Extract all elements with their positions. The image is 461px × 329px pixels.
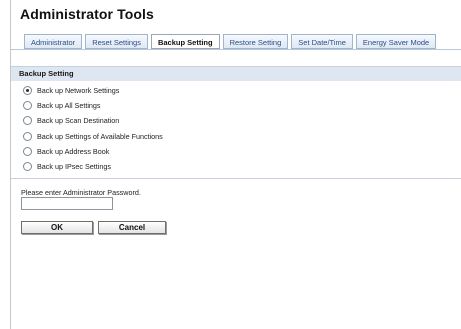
option-label: Back up Settings of Available Functions [37,131,163,141]
tab-restore-setting[interactable]: Restore Setting [222,34,289,49]
tab-backup-setting[interactable]: Backup Setting [150,34,220,49]
option-address-book[interactable]: Back up Address Book [23,144,163,159]
option-available-functions[interactable]: Back up Settings of Available Functions [23,129,163,144]
admin-tools-panel: Administrator Tools Administrator Reset … [10,0,461,329]
password-label: Please enter Administrator Password. [21,188,141,197]
option-ipsec-settings[interactable]: Back up IPsec Settings [23,159,163,174]
cancel-button[interactable]: Cancel [98,221,166,234]
page-title: Administrator Tools [20,6,154,22]
option-scan-destination[interactable]: Back up Scan Destination [23,113,163,128]
option-label: Back up Scan Destination [37,116,120,126]
option-network-settings[interactable]: Back up Network Settings [23,83,163,98]
tab-reset-settings[interactable]: Reset Settings [85,34,148,49]
tab-bar: Administrator Reset Settings Backup Sett… [24,34,437,49]
backup-options: Back up Network Settings Back up All Set… [23,83,163,174]
tab-energy-saver-mode[interactable]: Energy Saver Mode [355,34,437,49]
option-label: Back up All Settings [37,101,101,111]
password-field[interactable] [21,197,113,210]
tab-administrator[interactable]: Administrator [24,34,83,49]
tab-divider [11,49,461,50]
radio-icon[interactable] [23,101,32,111]
radio-icon[interactable] [23,116,32,126]
ok-button[interactable]: OK [21,221,93,234]
option-label: Back up Address Book [37,146,110,156]
option-label: Back up Network Settings [37,86,120,96]
radio-selected-icon[interactable] [23,86,32,96]
section-header: Backup Setting [11,66,461,81]
option-label: Back up IPsec Settings [37,162,111,172]
option-all-settings[interactable]: Back up All Settings [23,98,163,113]
radio-icon[interactable] [23,146,32,156]
radio-icon[interactable] [23,131,32,141]
radio-icon[interactable] [23,162,32,172]
tab-set-date-time[interactable]: Set Date/Time [291,34,353,49]
section-divider [11,178,461,179]
